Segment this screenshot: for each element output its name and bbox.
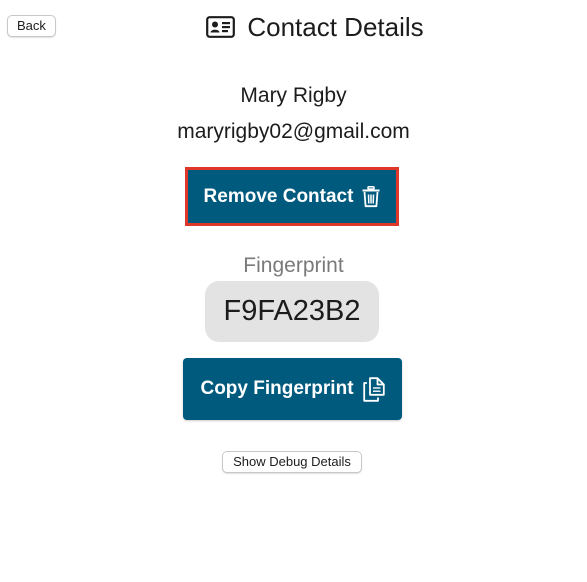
contact-card-icon	[206, 16, 236, 38]
fingerprint-label: Fingerprint	[243, 254, 344, 277]
remove-contact-highlight: Remove Contact	[185, 167, 399, 226]
trash-icon	[362, 185, 380, 208]
copy-fingerprint-button[interactable]: Copy Fingerprint	[183, 358, 402, 420]
page-header: Contact Details	[0, 10, 587, 44]
copy-icon	[362, 376, 385, 402]
contact-name: Mary Rigby	[240, 84, 347, 107]
copy-fingerprint-label: Copy Fingerprint	[200, 378, 354, 399]
show-debug-details-button[interactable]: Show Debug Details	[222, 451, 362, 473]
remove-contact-label: Remove Contact	[203, 185, 354, 207]
page-title: Contact Details	[247, 12, 424, 42]
fingerprint-value: F9FA23B2	[205, 281, 379, 342]
contact-details-page: Back Contact Details Mary Rigby maryrigb…	[0, 0, 587, 582]
contact-email: maryrigby02@gmail.com	[177, 120, 410, 143]
remove-contact-button[interactable]: Remove Contact	[188, 170, 396, 223]
